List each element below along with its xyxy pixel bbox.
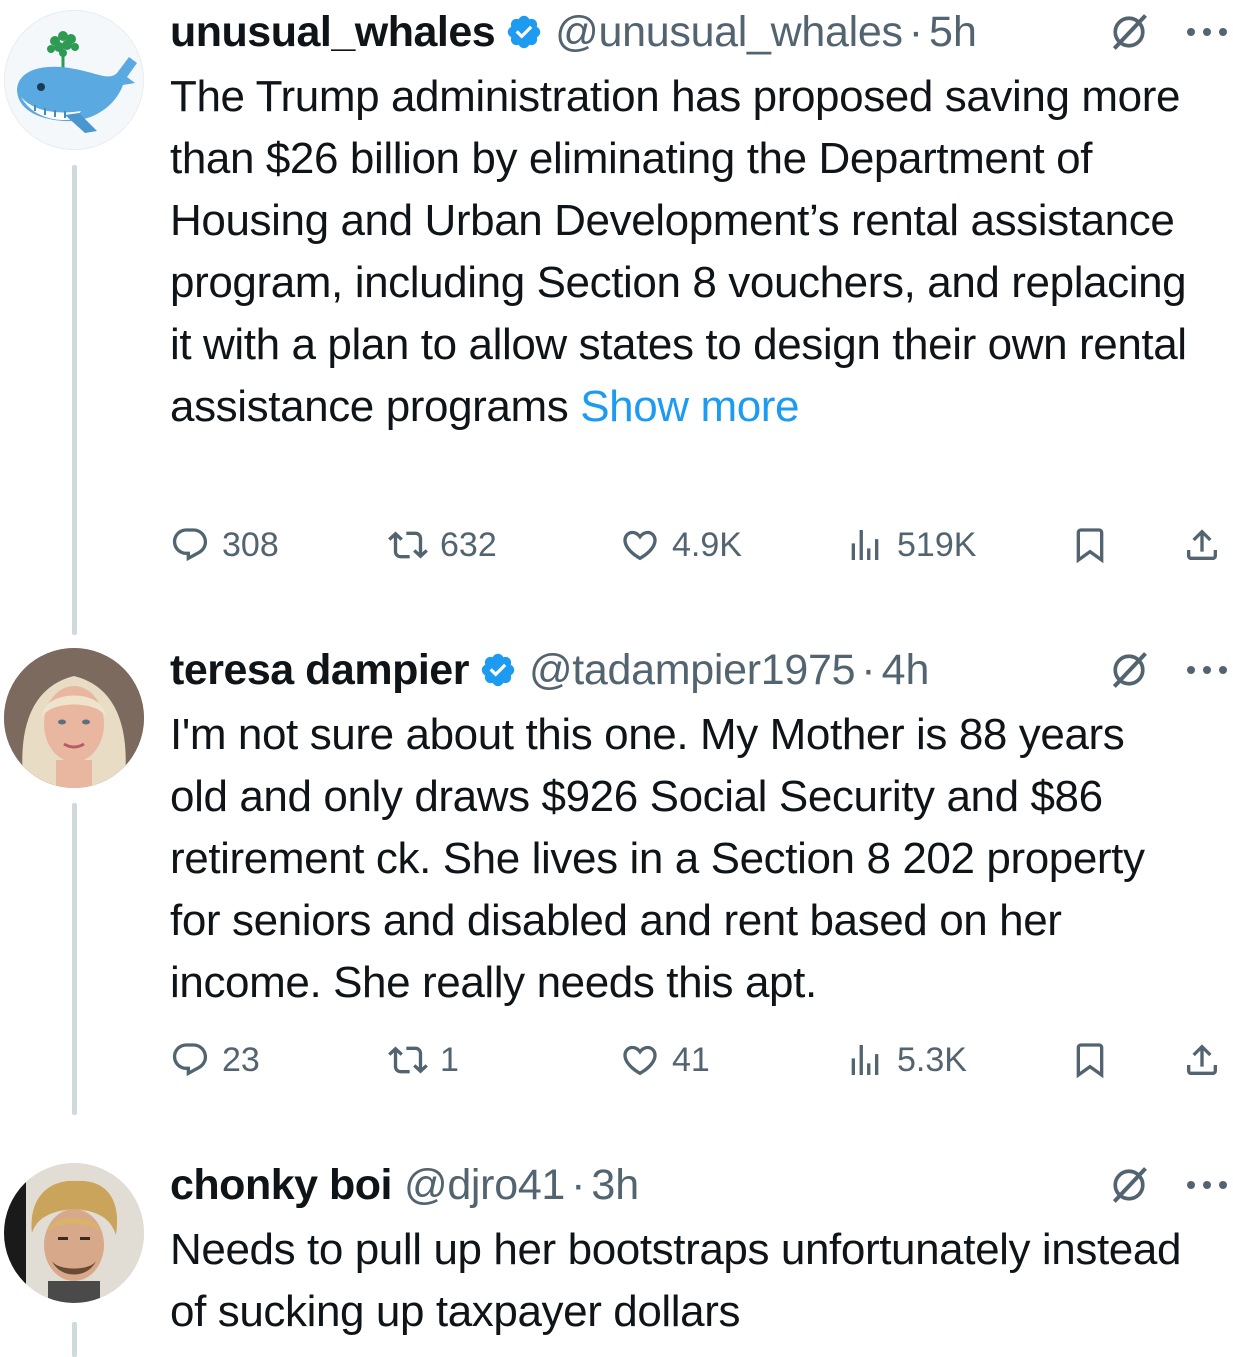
repost-count: 632	[440, 525, 497, 564]
timestamp[interactable]: 5h	[929, 8, 977, 57]
reply-count: 308	[222, 525, 279, 564]
thread-line	[72, 165, 77, 635]
views-button[interactable]: 5.3K	[845, 1035, 967, 1085]
timestamp[interactable]: 3h	[591, 1161, 639, 1210]
verified-badge-icon	[479, 651, 517, 689]
thread-line	[72, 803, 77, 1115]
avatar[interactable]	[4, 10, 144, 150]
bookmark-button[interactable]	[1070, 520, 1110, 570]
more-icon[interactable]	[1187, 1179, 1227, 1191]
bookmark-button[interactable]	[1070, 1035, 1110, 1085]
like-button[interactable]: 41	[620, 1035, 710, 1085]
share-icon	[1182, 1040, 1222, 1080]
user-handle[interactable]: @unusual_whales	[555, 8, 903, 57]
views-count: 519K	[897, 525, 977, 564]
display-name[interactable]: chonky boi	[170, 1161, 392, 1210]
post-text: I'm not sure about this one. My Mother i…	[170, 704, 1193, 1014]
bookmark-icon	[1070, 525, 1110, 565]
show-more-link[interactable]: Show more	[580, 382, 799, 431]
display-name[interactable]: teresa dampier	[170, 646, 469, 695]
whale-icon	[5, 11, 143, 149]
like-count: 4.9K	[672, 525, 742, 564]
share-icon	[1182, 525, 1222, 565]
user-handle[interactable]: @djro41	[404, 1161, 565, 1210]
timestamp[interactable]: 4h	[882, 646, 930, 695]
views-button[interactable]: 519K	[845, 520, 976, 570]
profile-photo-icon	[4, 1163, 144, 1303]
views-icon	[845, 525, 885, 565]
more-icon[interactable]	[1187, 26, 1227, 38]
separator: ·	[908, 7, 924, 56]
more-icon[interactable]	[1187, 664, 1227, 676]
like-icon	[620, 1040, 660, 1080]
repost-button[interactable]: 632	[388, 520, 497, 570]
grok-icon[interactable]	[1107, 1163, 1151, 1207]
reply-icon	[170, 525, 210, 565]
repost-count: 1	[440, 1040, 459, 1079]
post-chonky-boi[interactable]: chonky boi @djro41 · 3h Needs to pull up…	[0, 1155, 1233, 1357]
reply-icon	[170, 1040, 210, 1080]
post-text-content: The Trump administration has proposed sa…	[170, 72, 1187, 431]
display-name[interactable]: unusual_whales	[170, 8, 496, 57]
views-count: 5.3K	[897, 1040, 967, 1079]
action-bar: 308 632 4.9K 519K	[170, 520, 1230, 570]
views-icon	[845, 1040, 885, 1080]
post-header: teresa dampier @tadampier1975 · 4h	[170, 640, 1233, 700]
like-count: 41	[672, 1040, 710, 1079]
avatar[interactable]	[4, 648, 144, 788]
action-bar: 23 1 41 5.3K	[170, 1035, 1230, 1085]
separator: ·	[861, 645, 876, 694]
post-unusual-whales[interactable]: unusual_whales @unusual_whales · 5h The …	[0, 0, 1233, 635]
share-button[interactable]	[1182, 520, 1222, 570]
reply-count: 23	[222, 1040, 260, 1079]
repost-icon	[388, 525, 428, 565]
like-icon	[620, 525, 660, 565]
post-text: The Trump administration has proposed sa…	[170, 66, 1193, 438]
profile-photo-icon	[4, 648, 144, 788]
post-teresa-dampier[interactable]: teresa dampier @tadampier1975 · 4h I'm n…	[0, 640, 1233, 1150]
share-button[interactable]	[1182, 1035, 1222, 1085]
reply-button[interactable]: 23	[170, 1035, 260, 1085]
repost-icon	[388, 1040, 428, 1080]
like-button[interactable]: 4.9K	[620, 520, 742, 570]
verified-badge-icon	[505, 13, 543, 51]
grok-icon[interactable]	[1107, 10, 1151, 54]
post-text-content: I'm not sure about this one. My Mother i…	[170, 710, 1145, 1007]
bookmark-icon	[1070, 1040, 1110, 1080]
reply-button[interactable]: 308	[170, 520, 279, 570]
repost-button[interactable]: 1	[388, 1035, 459, 1085]
separator: ·	[571, 1160, 586, 1209]
post-text-content: Needs to pull up her bootstraps unfortun…	[170, 1225, 1182, 1336]
post-text: Needs to pull up her bootstraps unfortun…	[170, 1219, 1193, 1343]
avatar[interactable]	[4, 1163, 144, 1303]
thread-line	[72, 1322, 77, 1357]
user-handle[interactable]: @tadampier1975	[529, 646, 856, 695]
post-header: chonky boi @djro41 · 3h	[170, 1155, 1233, 1215]
post-header: unusual_whales @unusual_whales · 5h	[170, 2, 1233, 62]
grok-icon[interactable]	[1107, 648, 1151, 692]
